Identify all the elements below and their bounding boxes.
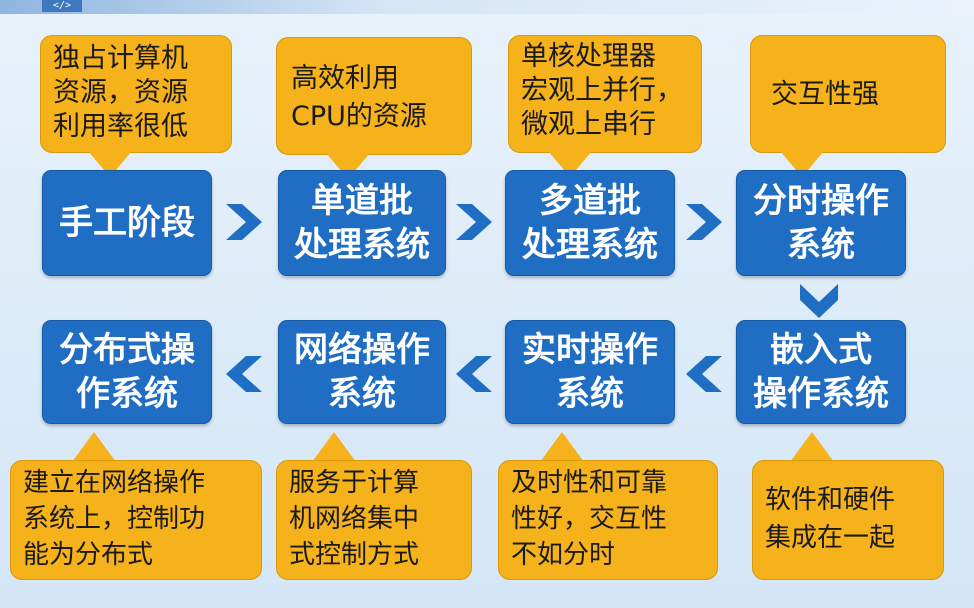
stage-label: 单道批 处理系统: [294, 181, 430, 265]
stage-embedded: 嵌入式 操作系统: [736, 320, 906, 424]
chevron-left-icon: [456, 356, 492, 392]
note-tail: [540, 432, 584, 462]
stage-label: 网络操作 系统: [294, 330, 430, 414]
note-distributed: 建立在网络操作 系统上，控制功 能为分布式: [10, 460, 262, 580]
note-real-time: 及时性和可靠 性好，交互性 不如分时: [498, 460, 718, 580]
stage-manual: 手工阶段: [42, 170, 212, 276]
stage-multi-batch: 多道批 处理系统: [505, 170, 675, 276]
note-tail: [312, 432, 356, 462]
top-bar: [0, 0, 974, 14]
stage-label: 分时操作 系统: [753, 181, 889, 265]
chevron-down-icon: [800, 284, 838, 318]
stage-label: 分布式操 作系统: [59, 330, 195, 414]
note-time-sharing: 交互性强: [750, 35, 946, 153]
chevron-right-icon: [226, 204, 262, 240]
stage-network: 网络操作 系统: [278, 320, 446, 424]
stage-label: 实时操作 系统: [522, 330, 658, 414]
note-manual: 独占计算机 资源，资源 利用率很低: [40, 35, 232, 153]
note-tail: [72, 432, 116, 462]
stage-distributed: 分布式操 作系统: [42, 320, 212, 424]
stage-single-batch: 单道批 处理系统: [278, 170, 446, 276]
stage-time-sharing: 分时操作 系统: [736, 170, 906, 276]
stage-label: 手工阶段: [59, 203, 195, 243]
chevron-left-icon: [686, 356, 722, 392]
note-single-batch: 高效利用 CPU的资源: [276, 37, 472, 155]
chevron-left-icon: [226, 356, 262, 392]
chevron-right-icon: [456, 204, 492, 240]
stage-label: 嵌入式 操作系统: [753, 330, 889, 414]
stage-label: 多道批 处理系统: [522, 181, 658, 265]
stage-real-time: 实时操作 系统: [505, 320, 675, 424]
note-network: 服务于计算 机网络集中 式控制方式: [276, 460, 472, 580]
chevron-right-icon: [686, 204, 722, 240]
note-embedded: 软件和硬件 集成在一起: [752, 460, 944, 580]
code-icon: </>: [42, 0, 82, 12]
note-tail: [790, 432, 834, 462]
note-multi-batch: 单核处理器 宏观上并行， 微观上串行: [508, 35, 702, 153]
